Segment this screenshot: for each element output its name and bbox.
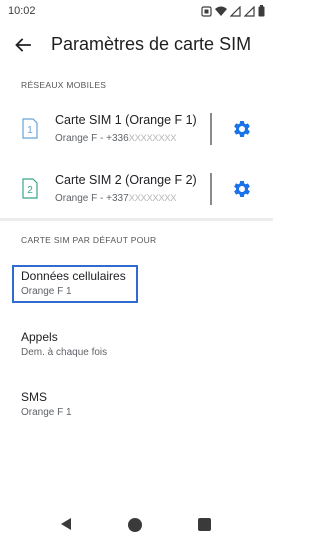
focus-highlight [12, 265, 138, 303]
sms-item[interactable]: SMS Orange F 1 [0, 385, 273, 429]
sms-value: Orange F 1 [21, 407, 72, 418]
calls-value: Dem. à chaque fois [21, 347, 108, 358]
signal-1-icon [230, 5, 241, 17]
default-sim-header: CARTE SIM PAR DÉFAUT POUR [21, 235, 157, 245]
status-bar: 10:02 [0, 0, 273, 22]
sim-card-2-number-prefix: Orange F - +337 [55, 193, 129, 204]
signal-2-icon [244, 5, 255, 17]
gear-icon[interactable] [232, 179, 252, 199]
calls-item[interactable]: Appels Dem. à chaque fois [0, 325, 273, 369]
page-title: Paramètres de carte SIM [51, 34, 252, 54]
status-icons [201, 5, 265, 17]
sms-title: SMS [21, 390, 48, 404]
divider [210, 113, 212, 145]
sim-card-1-title: Carte SIM 1 (Orange F 1) [55, 113, 197, 127]
sim-card-1-row[interactable]: 1 Carte SIM 1 (Orange F 1) Orange F - +3… [0, 105, 273, 153]
vibrate-icon [201, 5, 212, 17]
sim-card-1-number-prefix: Orange F - +336 [55, 133, 129, 144]
app-bar: Paramètres de carte SIM [0, 28, 273, 62]
section-divider [0, 218, 273, 221]
divider [210, 173, 212, 205]
nav-home-icon[interactable] [128, 518, 142, 532]
sim-card-icon: 1 [22, 118, 38, 139]
gear-icon[interactable] [232, 119, 252, 139]
sim-card-2-subtitle: Orange F - +337XXXXXXXX [55, 193, 177, 204]
nav-recents-icon[interactable] [198, 518, 211, 531]
sim-card-2-title: Carte SIM 2 (Orange F 2) [55, 173, 197, 187]
sim-card-1-number-masked: XXXXXXXX [128, 133, 177, 144]
battery-icon [258, 5, 265, 17]
sim-card-icon: 2 [22, 178, 38, 199]
sim-card-2-number-masked: XXXXXXXX [128, 193, 177, 204]
arrow-back-icon [15, 38, 31, 52]
navigation-bar [0, 504, 273, 546]
mobile-networks-header: RÉSEAUX MOBILES [21, 80, 107, 90]
status-time: 10:02 [8, 5, 36, 17]
back-button[interactable] [12, 34, 34, 56]
sim-card-2-row[interactable]: 2 Carte SIM 2 (Orange F 2) Orange F - +3… [0, 165, 273, 213]
sim-card-1-subtitle: Orange F - +336XXXXXXXX [55, 133, 177, 144]
svg-text:1: 1 [27, 125, 33, 136]
svg-text:2: 2 [27, 185, 33, 196]
wifi-icon [215, 6, 227, 16]
calls-title: Appels [21, 330, 58, 344]
nav-back-icon[interactable] [60, 517, 72, 531]
